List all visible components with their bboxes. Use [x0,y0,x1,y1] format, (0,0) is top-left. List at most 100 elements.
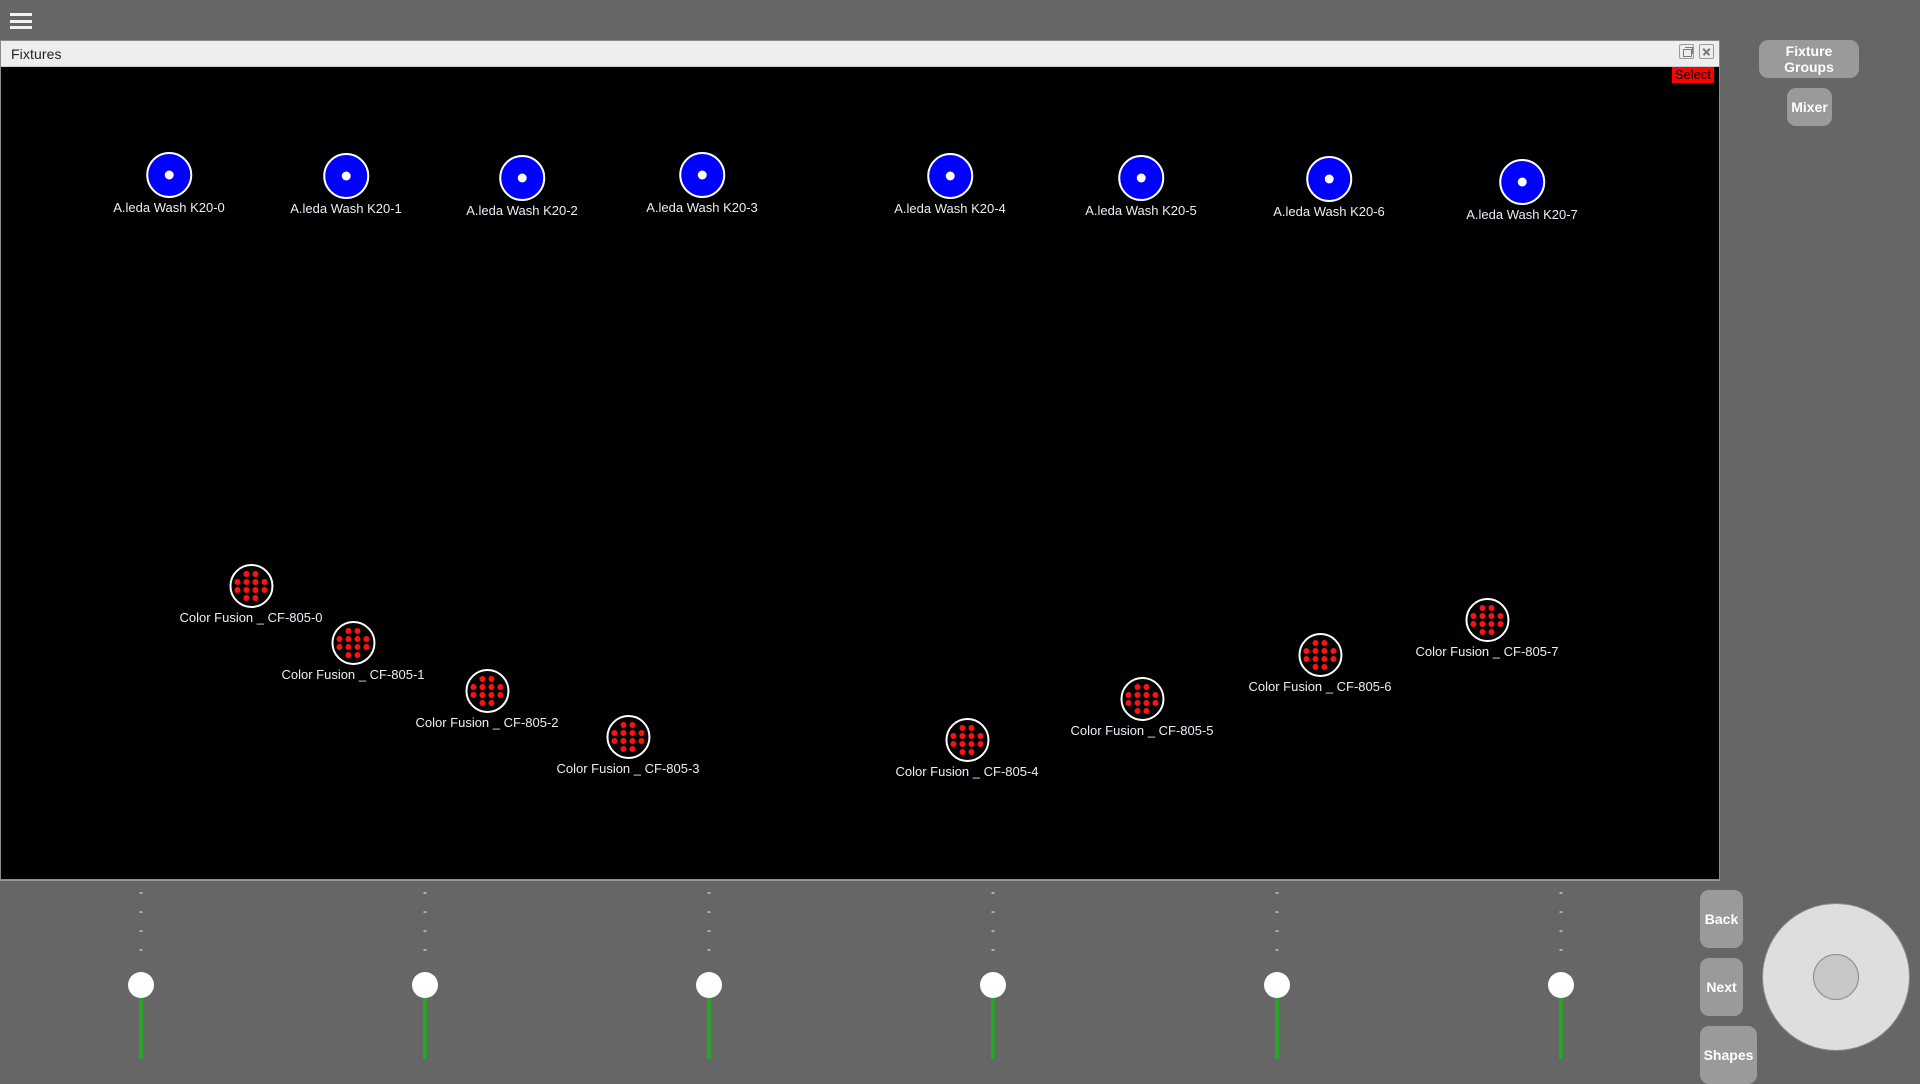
fixture-wash-1[interactable]: A.leda Wash K20-1 [290,153,402,216]
fader-knob-4[interactable] [980,972,1006,998]
jog-wheel-hub[interactable] [1813,954,1859,1000]
fixture-wash-6[interactable]: A.leda Wash K20-6 [1273,156,1385,219]
wash-head-icon[interactable] [1306,156,1352,202]
cf-led-dot-icon [345,651,352,659]
color-fusion-head-icon[interactable] [1120,677,1164,721]
cf-dot-row [959,724,975,732]
close-icon[interactable] [1699,44,1714,59]
fixture-color-fusion-5[interactable]: Color Fusion _ CF-805-5 [1070,677,1214,738]
cf-led-dot-icon [488,675,495,683]
select-button[interactable]: Select [1671,67,1714,83]
cf-led-dot-icon [620,745,627,753]
fader-tick: - [423,923,427,937]
fixture-wash-7[interactable]: A.leda Wash K20-7 [1466,159,1578,222]
fixture-label: Color Fusion _ CF-805-2 [415,715,559,730]
fixtures-window: Fixtures Select A.leda Wash K20-0 A.leda … [0,40,1720,880]
fixture-color-fusion-6[interactable]: Color Fusion _ CF-805-6 [1248,633,1392,694]
fader-tick: - [1275,923,1279,937]
cf-led-dot-icon [488,691,495,699]
cf-dot-row [479,675,495,683]
fixture-wash-3[interactable]: A.leda Wash K20-3 [646,152,758,215]
jog-wheel[interactable] [1762,903,1910,1051]
cf-dot-row [243,570,259,578]
color-fusion-head-icon[interactable] [606,715,650,759]
fixture-wash-5[interactable]: A.leda Wash K20-5 [1085,155,1197,218]
fader-tick: - [423,942,427,956]
fixture-wash-4[interactable]: A.leda Wash K20-4 [894,153,1006,216]
cf-led-dot-icon [363,635,370,643]
cf-led-dot-icon [1488,628,1495,636]
color-fusion-head-icon[interactable] [945,718,989,762]
next-button[interactable]: Next [1700,958,1743,1016]
fixture-color-fusion-3[interactable]: Color Fusion _ CF-805-3 [556,715,700,776]
wash-head-icon[interactable] [1499,159,1545,205]
wash-head-icon[interactable] [499,155,545,201]
cf-led-dot-icon [1479,628,1486,636]
mixer-button[interactable]: Mixer [1787,88,1832,126]
fixture-wash-0[interactable]: A.leda Wash K20-0 [113,152,225,215]
fixture-label: A.leda Wash K20-5 [1085,203,1197,218]
cf-led-dot-icon [620,737,627,745]
cf-led-dot-icon [611,729,618,737]
cf-led-dot-icon [479,691,486,699]
fader-tick: - [707,942,711,956]
fixture-color-fusion-7[interactable]: Color Fusion _ CF-805-7 [1415,598,1559,659]
cf-dot-row [470,683,504,691]
cf-led-dot-icon [1488,604,1495,612]
color-fusion-head-icon[interactable] [465,669,509,713]
fixture-color-fusion-0[interactable]: Color Fusion _ CF-805-0 [179,564,323,625]
fader-tick: - [1559,923,1563,937]
fixture-groups-button[interactable]: Fixture Groups [1759,40,1859,78]
color-fusion-head-icon[interactable] [229,564,273,608]
app-bar [0,0,1920,43]
fader-tick: - [139,885,143,899]
cf-led-dot-icon [1479,620,1486,628]
fixture-label: A.leda Wash K20-2 [466,203,578,218]
color-fusion-head-icon[interactable] [1465,598,1509,642]
fader-tick: - [139,942,143,956]
back-button[interactable]: Back [1700,890,1743,948]
fader-knob-3[interactable] [696,972,722,998]
restore-icon[interactable] [1679,44,1694,59]
wash-head-icon[interactable] [927,153,973,199]
cf-dot-row [470,691,504,699]
fader-tick: - [423,904,427,918]
wash-head-icon[interactable] [323,153,369,199]
color-fusion-head-icon[interactable] [1298,633,1342,677]
cf-led-dot-icon [611,737,618,745]
fixture-color-fusion-1[interactable]: Color Fusion _ CF-805-1 [281,621,425,682]
cf-dot-row [620,721,636,729]
fader-knob-1[interactable] [128,972,154,998]
fixture-wash-2[interactable]: A.leda Wash K20-2 [466,155,578,218]
fader-knob-6[interactable] [1548,972,1574,998]
fader-knob-2[interactable] [412,972,438,998]
shapes-button[interactable]: Shapes [1700,1026,1757,1084]
wash-head-icon[interactable] [1118,155,1164,201]
cf-led-dot-icon [1479,612,1486,620]
cf-dot-row [1125,699,1159,707]
cf-led-dot-icon [968,724,975,732]
cf-dot-row [234,586,268,594]
fader-knob-5[interactable] [1264,972,1290,998]
fixture-color-fusion-2[interactable]: Color Fusion _ CF-805-2 [415,669,559,730]
cf-dot-row [611,729,645,737]
fixture-label: Color Fusion _ CF-805-4 [895,764,1039,779]
fader-ticks: - - - - [1526,886,1596,955]
fixture-color-fusion-4[interactable]: Color Fusion _ CF-805-4 [895,718,1039,779]
cf-led-dot-icon [959,724,966,732]
window-titlebar[interactable]: Fixtures [1,41,1719,67]
hamburger-menu-icon[interactable] [10,11,32,31]
fader-tick: - [1275,904,1279,918]
cf-dot-row [243,594,259,602]
wash-head-icon[interactable] [679,152,725,198]
fader-tick: - [1559,904,1563,918]
wash-head-icon[interactable] [146,152,192,198]
cf-led-dot-icon [345,627,352,635]
cf-dot-row [611,737,645,745]
color-fusion-head-icon[interactable] [331,621,375,665]
cf-led-dot-icon [1470,612,1477,620]
fixture-label: A.leda Wash K20-7 [1466,207,1578,222]
fixture-canvas[interactable]: Select A.leda Wash K20-0 A.leda Wash K20-… [1,67,1719,879]
cf-led-dot-icon [959,748,966,756]
cf-led-dot-icon [950,732,957,740]
